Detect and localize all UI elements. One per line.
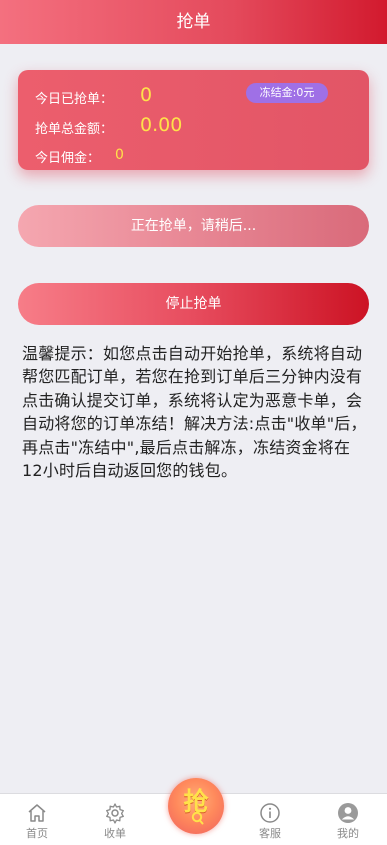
tab-service[interactable]: 客服 (240, 794, 300, 845)
tab-orders-label: 收单 (104, 827, 126, 840)
tab-home-label: 首页 (26, 827, 48, 840)
today-commission-label: 今日佣金： (35, 151, 101, 166)
today-commission-value: 0 (115, 147, 124, 163)
stop-grab-button[interactable]: 停止抢单 (18, 283, 369, 325)
grabbing-status-label: 正在抢单，请稍后... (130, 218, 257, 234)
page-title: 抢单 (176, 12, 211, 32)
total-amount-value: 0.00 (140, 114, 183, 136)
frozen-amount-badge[interactable]: 冻结金:0元 (246, 83, 328, 103)
total-amount-label: 抢单总金额： (35, 122, 114, 137)
grabbing-status-button[interactable]: 正在抢单，请稍后... (18, 205, 369, 247)
stats-card: 今日已抢单： 0 抢单总金额： 0.00 今日佣金： 0 冻结金:0元 (18, 70, 369, 170)
page-header: 抢单 (0, 0, 387, 44)
tab-grab-center-button[interactable]: 抢 (168, 778, 224, 834)
today-grab-label: 今日已抢单： (35, 92, 114, 107)
grab-badge-icon (191, 811, 204, 825)
tab-mine[interactable]: 我的 (318, 794, 378, 845)
warm-tip-text: 温馨提示：如您点击自动开始抢单，系统将自动帮您匹配订单，若您在抢到订单后三分钟内… (22, 344, 367, 481)
home-icon (26, 802, 48, 824)
user-icon (337, 802, 359, 824)
tab-orders[interactable]: 收单 (85, 794, 145, 845)
stop-grab-label: 停止抢单 (165, 296, 222, 312)
tab-service-label: 客服 (259, 827, 281, 840)
gear-icon (104, 802, 126, 824)
info-icon (259, 802, 281, 824)
today-grab-value: 0 (140, 84, 153, 106)
tab-mine-label: 我的 (337, 827, 359, 840)
tab-home[interactable]: 首页 (7, 794, 67, 845)
